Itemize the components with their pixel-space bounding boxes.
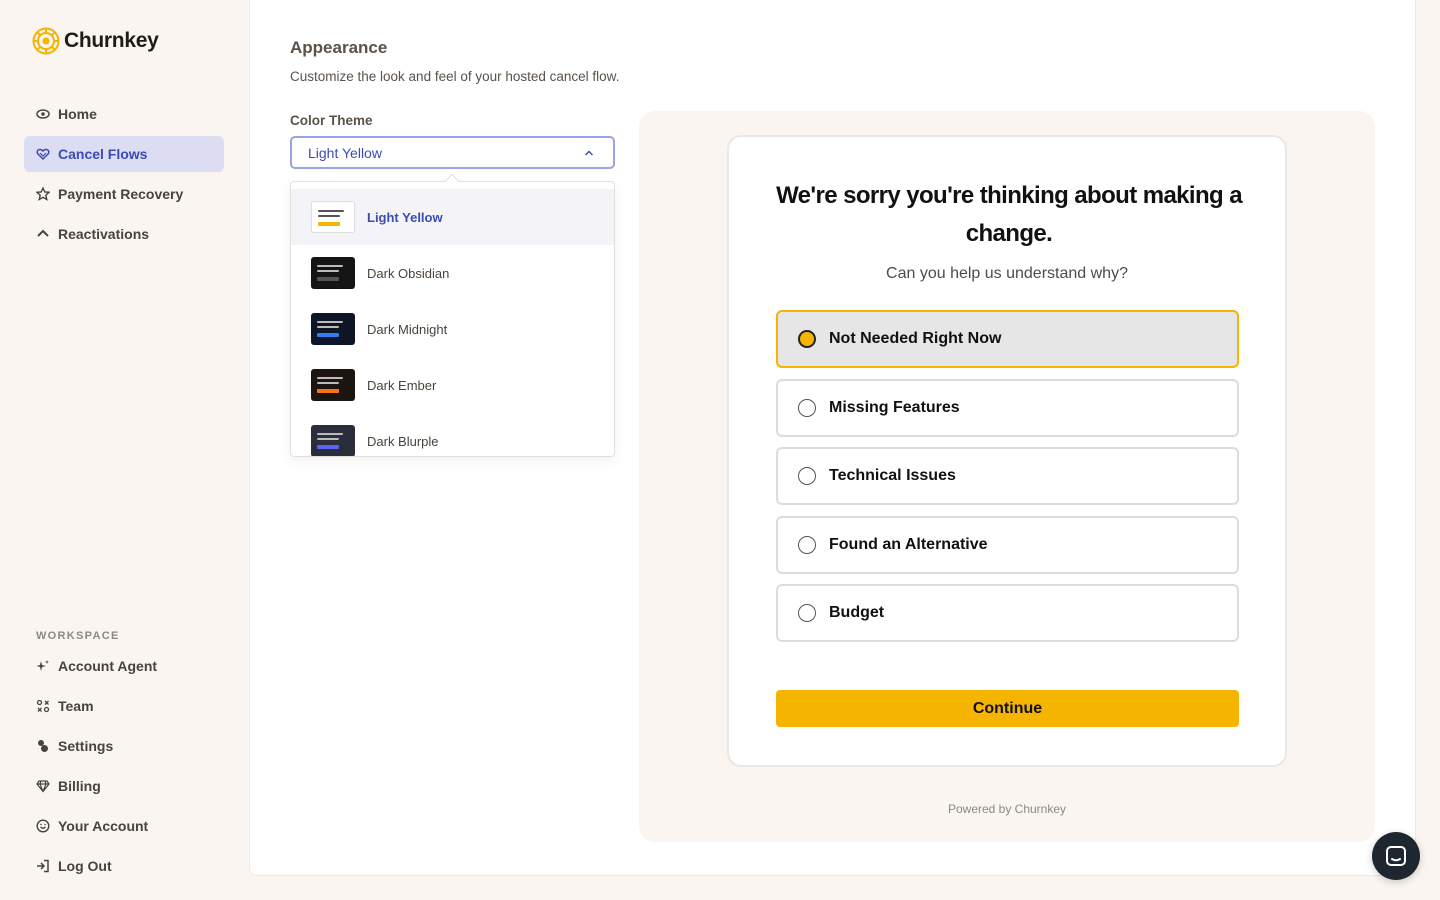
sidebar: Churnkey Home Cancel Flows Payment Recov… xyxy=(0,0,248,900)
logout-icon xyxy=(36,859,50,873)
sidebar-item-home[interactable]: Home xyxy=(24,96,224,132)
star-icon xyxy=(36,187,50,201)
sidebar-item-label: Your Account xyxy=(58,818,149,834)
sidebar-item-label: Home xyxy=(58,106,97,122)
arrow-up-icon xyxy=(36,227,50,241)
sidebar-item-label: Billing xyxy=(58,778,101,794)
theme-option-label: Light Yellow xyxy=(367,209,443,225)
sidebar-item-label: Reactivations xyxy=(58,226,150,242)
theme-option[interactable]: Dark Midnight xyxy=(291,301,614,357)
brand-name: Churnkey xyxy=(64,29,159,52)
logo[interactable]: Churnkey xyxy=(32,27,159,55)
sidebar-item-billing[interactable]: Billing xyxy=(24,768,224,804)
theme-swatch xyxy=(311,313,355,345)
reason-label: Budget xyxy=(829,604,885,621)
sidebar-item-label: Payment Recovery xyxy=(58,186,184,202)
reason-option[interactable]: Not Needed Right Now xyxy=(776,310,1239,368)
theme-swatch xyxy=(311,257,355,289)
sidebar-item-payment-recovery[interactable]: Payment Recovery xyxy=(24,176,224,212)
reason-label: Not Needed Right Now xyxy=(829,330,1002,347)
sidebar-item-label: Team xyxy=(58,698,94,714)
chevron-up-icon xyxy=(585,150,593,155)
sidebar-item-label: Account Agent xyxy=(58,658,158,674)
sidebar-item-label: Cancel Flows xyxy=(58,146,148,162)
chat-icon xyxy=(1386,846,1406,866)
sidebar-item-label: Settings xyxy=(58,738,114,754)
sidebar-item-log-out[interactable]: Log Out xyxy=(24,848,224,884)
reason-option[interactable]: Found an Alternative xyxy=(776,515,1239,574)
sidebar-item-reactivations[interactable]: Reactivations xyxy=(24,216,224,252)
theme-option[interactable]: Light Yellow xyxy=(291,189,614,245)
settings-icon xyxy=(36,739,50,753)
theme-option[interactable]: Dark Blurple xyxy=(291,413,614,456)
theme-swatch xyxy=(311,201,355,233)
sidebar-item-label: Log Out xyxy=(58,858,112,874)
chat-launcher-button[interactable] xyxy=(1372,832,1420,880)
sidebar-item-settings[interactable]: Settings xyxy=(24,728,224,764)
sidebar-item-your-account[interactable]: Your Account xyxy=(24,808,224,844)
preview-subtitle: Can you help us understand why? xyxy=(886,265,1128,282)
color-theme-select[interactable]: Light Yellow xyxy=(290,136,615,169)
main-panel: Appearance Customize the look and feel o… xyxy=(249,0,1416,876)
smile-icon xyxy=(36,819,50,833)
reason-option[interactable]: Technical Issues xyxy=(776,447,1239,505)
sidebar-item-cancel-flows[interactable]: Cancel Flows xyxy=(24,136,224,172)
page-description: Customize the look and feel of your host… xyxy=(290,69,620,84)
preview-card: We're sorry you're thinking about making… xyxy=(727,135,1287,767)
preview-title: We're sorry you're thinking about making… xyxy=(776,182,1242,247)
team-icon xyxy=(36,699,50,713)
sparkle-icon xyxy=(36,659,50,673)
radio-button[interactable] xyxy=(798,535,816,554)
main-nav: Home Cancel Flows Payment Recovery React… xyxy=(24,96,224,256)
radio-button[interactable] xyxy=(798,604,816,622)
theme-option-label: Dark Ember xyxy=(367,377,437,393)
reason-option[interactable]: Missing Features xyxy=(776,378,1239,437)
radio-button[interactable] xyxy=(798,330,816,348)
reason-label: Found an Alternative xyxy=(829,535,988,553)
color-theme-value: Light Yellow xyxy=(308,144,382,161)
eye-icon xyxy=(36,107,50,121)
theme-swatch xyxy=(311,369,355,401)
reason-label: Technical Issues xyxy=(829,467,956,484)
continue-button[interactable]: Continue xyxy=(776,690,1239,727)
radio-button[interactable] xyxy=(798,467,816,485)
theme-option-label: Dark Midnight xyxy=(367,321,448,337)
gem-icon xyxy=(36,779,50,793)
flow-preview: We're sorry you're thinking about making… xyxy=(639,111,1375,842)
reason-list: Not Needed Right Now Missing Features Tech… xyxy=(776,310,1239,653)
theme-option[interactable]: Dark Ember xyxy=(291,357,614,413)
color-theme-label: Color Theme xyxy=(290,113,373,128)
reason-option[interactable]: Budget xyxy=(776,584,1239,642)
heart-icon xyxy=(36,147,50,161)
reason-label: Missing Features xyxy=(829,398,960,416)
powered-by-text: Powered by Churnkey xyxy=(947,802,1067,816)
theme-option-label: Dark Blurple xyxy=(367,433,439,449)
page-title: Appearance xyxy=(290,38,388,57)
theme-option[interactable]: Dark Obsidian xyxy=(291,245,614,301)
workspace-nav: Account Agent Team Settings Billing Your… xyxy=(24,648,224,888)
radio-button[interactable] xyxy=(798,398,816,417)
theme-swatch xyxy=(311,425,355,456)
theme-option-label: Dark Obsidian xyxy=(367,265,450,281)
sidebar-item-account-agent[interactable]: Account Agent xyxy=(24,648,224,684)
churnkey-logo-icon xyxy=(32,27,60,55)
theme-dropdown: Light Yellow Dark Obsidian Dark Midnight Da… xyxy=(290,181,615,457)
workspace-label: WORKSPACE xyxy=(36,630,120,642)
sidebar-item-team[interactable]: Team xyxy=(24,688,224,724)
